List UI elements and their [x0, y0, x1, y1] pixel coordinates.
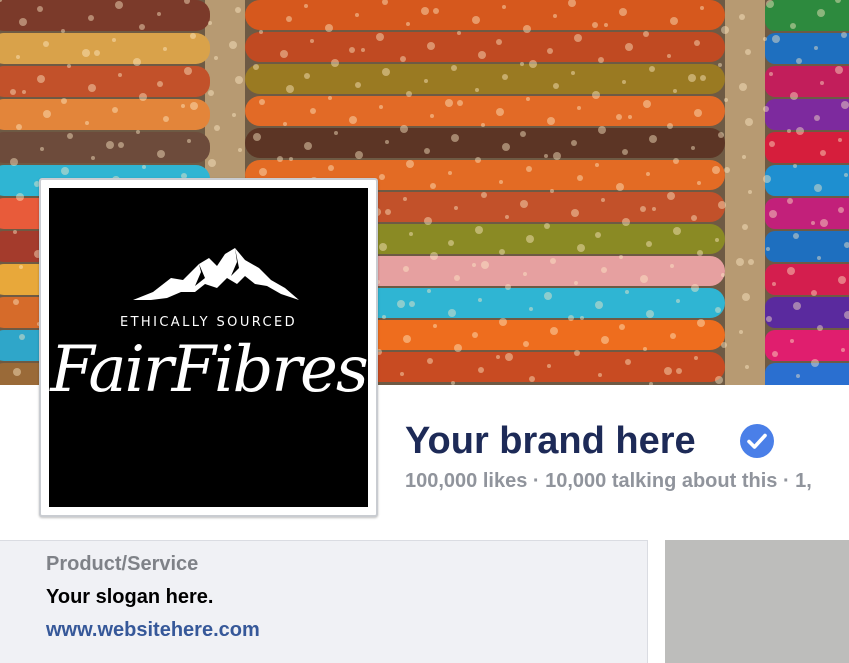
website-link[interactable]: www.websitehere.com	[46, 619, 260, 642]
page-slogan: Your slogan here.	[46, 586, 214, 608]
page-category[interactable]: Product/Service	[46, 553, 198, 576]
logo-wordmark: FairFibres	[50, 333, 368, 407]
brand-logo: ETHICALLY SOURCED FairFibres	[49, 188, 369, 507]
logo-tagline: ETHICALLY SOURCED	[119, 315, 298, 330]
verified-check-icon	[740, 424, 774, 458]
profile-picture[interactable]: ETHICALLY SOURCED FairFibres	[39, 178, 378, 517]
side-panel-placeholder	[665, 540, 849, 663]
page-title[interactable]: Your brand here	[405, 420, 696, 463]
page-stats: 100,000 likes · 10,000 talking about thi…	[405, 470, 812, 492]
